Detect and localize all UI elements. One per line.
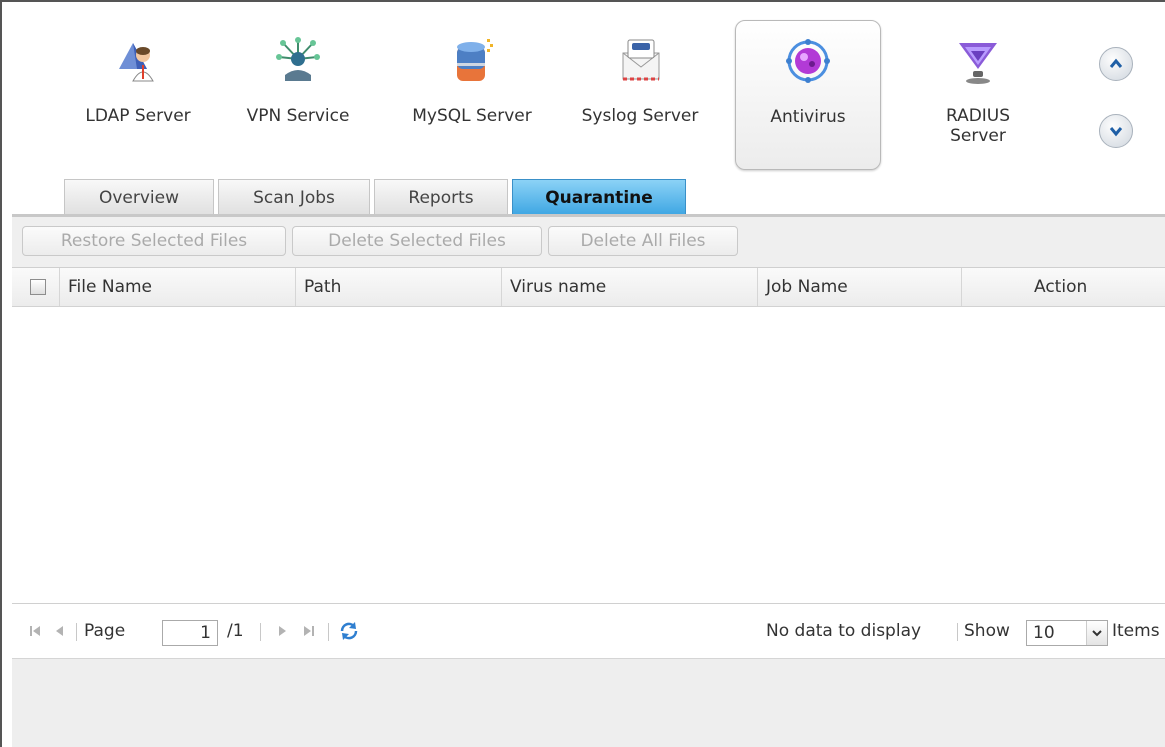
first-page-icon[interactable] bbox=[28, 623, 42, 639]
previous-page-icon[interactable] bbox=[54, 623, 66, 639]
app-syslog-server[interactable]: Syslog Server bbox=[570, 20, 710, 170]
column-job-name[interactable]: Job Name bbox=[758, 268, 962, 306]
separator bbox=[76, 623, 77, 641]
app-label: RADIUS Server bbox=[945, 106, 1011, 146]
total-pages: /1 bbox=[227, 621, 244, 641]
app-antivirus[interactable]: Antivirus bbox=[735, 20, 881, 170]
app-label: Antivirus bbox=[770, 107, 846, 127]
dropdown-arrow bbox=[1086, 621, 1107, 645]
column-file-name[interactable]: File Name bbox=[60, 268, 296, 306]
chevron-up-icon bbox=[1109, 58, 1123, 68]
app-ldap-server[interactable]: LDAP Server bbox=[68, 20, 208, 170]
items-label: Items bbox=[1112, 621, 1160, 641]
tab-overview[interactable]: Overview bbox=[64, 179, 214, 215]
mysql-server-icon bbox=[457, 39, 493, 81]
syslog-server-icon bbox=[622, 39, 660, 81]
column-action[interactable]: Action bbox=[962, 268, 1165, 306]
app-mysql-server[interactable]: MySQL Server bbox=[402, 20, 542, 170]
show-label: Show bbox=[964, 621, 1010, 641]
scroll-down-button[interactable] bbox=[1099, 114, 1133, 148]
restore-selected-files-button[interactable]: Restore Selected Files bbox=[22, 226, 286, 256]
tab-quarantine[interactable]: Quarantine bbox=[512, 179, 686, 215]
separator bbox=[260, 623, 261, 641]
select-all-cell bbox=[12, 268, 60, 306]
next-page-icon[interactable] bbox=[276, 623, 288, 639]
ldap-server-icon bbox=[119, 43, 154, 82]
radius-server-icon bbox=[959, 43, 997, 84]
app-label: LDAP Server bbox=[85, 106, 191, 126]
chevron-down-icon bbox=[1092, 630, 1102, 637]
antivirus-icon bbox=[786, 39, 830, 83]
grid-header: File Name Path Virus name Job Name Actio… bbox=[12, 268, 1165, 307]
app-radius-server[interactable]: RADIUS Server bbox=[908, 20, 1048, 170]
separator bbox=[957, 623, 958, 641]
footer-panel bbox=[12, 659, 1165, 747]
vpn-service-icon bbox=[276, 37, 320, 81]
paging-status: No data to display bbox=[766, 621, 922, 641]
app-label: VPN Service bbox=[246, 106, 350, 126]
app-label: MySQL Server bbox=[412, 106, 532, 126]
page-number-input[interactable] bbox=[162, 620, 218, 646]
paging-toolbar: Page /1 No data to display Show 10 Items bbox=[12, 604, 1165, 659]
app-window: LDAP Server VPN Service MySQL Server Sys… bbox=[0, 0, 1165, 747]
chevron-down-icon bbox=[1109, 127, 1123, 137]
delete-selected-files-button[interactable]: Delete Selected Files bbox=[292, 226, 542, 256]
app-label: Syslog Server bbox=[581, 106, 699, 126]
separator bbox=[328, 623, 329, 641]
grid-body bbox=[12, 307, 1165, 604]
app-vpn-service[interactable]: VPN Service bbox=[228, 20, 368, 170]
tab-reports[interactable]: Reports bbox=[374, 179, 508, 215]
column-virus-name[interactable]: Virus name bbox=[502, 268, 758, 306]
scroll-up-button[interactable] bbox=[1099, 47, 1133, 81]
page-size-select[interactable]: 10 bbox=[1026, 620, 1108, 646]
tab-scan-jobs[interactable]: Scan Jobs bbox=[218, 179, 370, 215]
page-size-value: 10 bbox=[1033, 623, 1055, 643]
delete-all-files-button[interactable]: Delete All Files bbox=[548, 226, 738, 256]
toolbar: Restore Selected Files Delete Selected F… bbox=[12, 217, 1165, 268]
select-all-checkbox[interactable] bbox=[30, 279, 46, 295]
refresh-icon[interactable] bbox=[338, 620, 360, 642]
column-path[interactable]: Path bbox=[296, 268, 502, 306]
last-page-icon[interactable] bbox=[302, 623, 316, 639]
app-strip: LDAP Server VPN Service MySQL Server Sys… bbox=[2, 2, 1165, 177]
page-label: Page bbox=[84, 621, 126, 641]
